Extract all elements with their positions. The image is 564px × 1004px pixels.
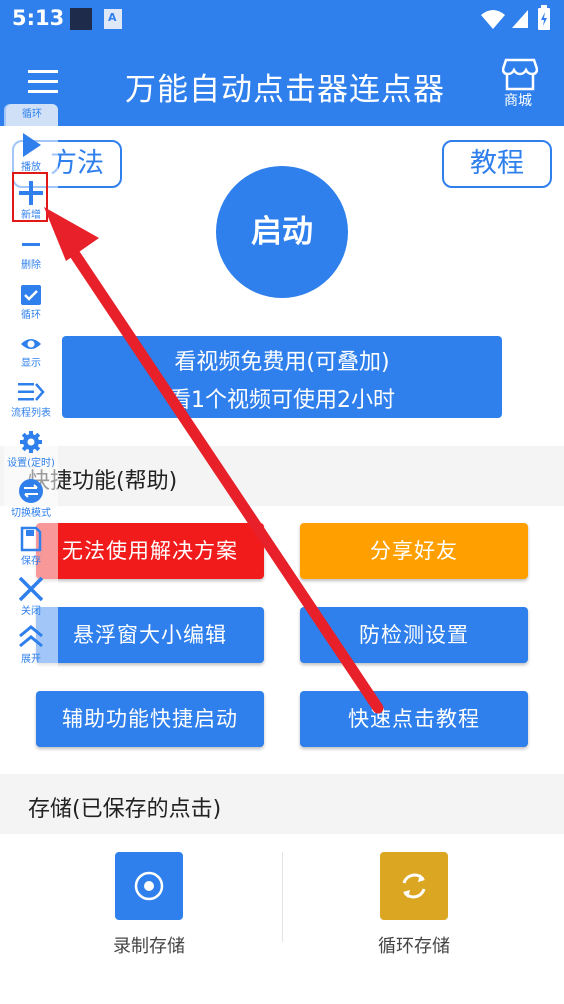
store-label: 商城 (504, 93, 532, 109)
wifi-icon (481, 10, 505, 29)
toolbar-close-label: 关闭 (21, 606, 41, 617)
app-notification-icon (104, 9, 122, 29)
status-time: 5:13 (12, 6, 65, 30)
quick-click-tutorial-button[interactable]: 快速点击教程 (300, 691, 528, 747)
toolbar-switch-mode-label: 切换模式 (11, 508, 51, 519)
toolbar-play[interactable]: 播放 (4, 132, 58, 173)
toolbar-expand-label: 展开 (21, 654, 41, 665)
menu-icon[interactable] (28, 68, 60, 96)
loop-storage-label: 循环存储 (378, 936, 450, 957)
close-icon (18, 576, 44, 602)
toolbar-switch-mode[interactable]: 切换模式 (4, 478, 58, 519)
eye-icon (21, 339, 41, 349)
notification-icon (70, 8, 92, 30)
battery-icon (538, 5, 550, 30)
play-icon (23, 133, 41, 157)
toolbar-loop[interactable]: 循环 (4, 284, 58, 321)
save-icon (20, 526, 42, 552)
float-window-size-button[interactable]: 悬浮窗大小编辑 (36, 607, 264, 663)
checkbox-icon (21, 285, 41, 305)
share-friends-button[interactable]: 分享好友 (300, 523, 528, 579)
app-bar: 万能自动点击器连点器 商城 (0, 38, 564, 126)
video-button-line1: 看视频免费用(可叠加) (174, 350, 390, 375)
cannot-use-solution-button[interactable]: 无法使用解决方案 (36, 523, 264, 579)
toolbar-settings-label: 设置(定时) (7, 458, 55, 469)
record-storage-button[interactable] (115, 852, 183, 920)
floating-toolbar-header: 循环 (6, 104, 58, 126)
loop-storage-button[interactable] (380, 852, 448, 920)
status-bar: 5:13 (0, 0, 564, 38)
toolbar-play-label: 播放 (21, 162, 41, 173)
record-icon (134, 871, 164, 901)
start-button[interactable]: 启动 (216, 166, 348, 298)
toolbar-show-label: 显示 (21, 358, 41, 369)
tutorial-button[interactable]: 教程 (442, 140, 552, 188)
add-highlight-box (12, 172, 48, 222)
toolbar-flow-list[interactable]: 流程列表 (4, 380, 58, 419)
store-icon (502, 58, 538, 91)
toolbar-delete-label: 删除 (21, 260, 41, 271)
chevron-up-icon (19, 625, 43, 648)
app-title: 万能自动点击器连点器 (125, 72, 445, 108)
anti-detection-button[interactable]: 防检测设置 (300, 607, 528, 663)
toolbar-close[interactable]: 关闭 (4, 576, 58, 617)
toolbar-show[interactable]: 显示 (4, 334, 58, 369)
watch-video-button[interactable]: 看视频免费用(可叠加) 看1个视频可使用2小时 (62, 336, 502, 418)
accessibility-shortcut-button[interactable]: 辅助功能快捷启动 (36, 691, 264, 747)
toolbar-save[interactable]: 保存 (4, 526, 58, 567)
swap-icon (19, 479, 43, 503)
toolbar-flow-list-label: 流程列表 (11, 408, 51, 419)
record-storage-label: 录制存储 (113, 936, 185, 957)
divider (282, 852, 283, 942)
list-icon (18, 383, 45, 401)
toolbar-loop-label: 循环 (21, 310, 41, 321)
storage-section-title: 存储(已保存的点击) (28, 797, 222, 822)
toolbar-settings[interactable]: 设置(定时) (4, 430, 58, 469)
toolbar-save-label: 保存 (21, 556, 41, 567)
minus-icon (22, 243, 40, 246)
toolbar-delete[interactable]: 删除 (4, 232, 58, 271)
signal-icon (512, 10, 528, 28)
loop-icon (402, 873, 426, 899)
video-button-line2: 看1个视频可使用2小时 (169, 388, 395, 413)
toolbar-expand[interactable]: 展开 (4, 624, 58, 665)
gear-icon (20, 431, 42, 453)
